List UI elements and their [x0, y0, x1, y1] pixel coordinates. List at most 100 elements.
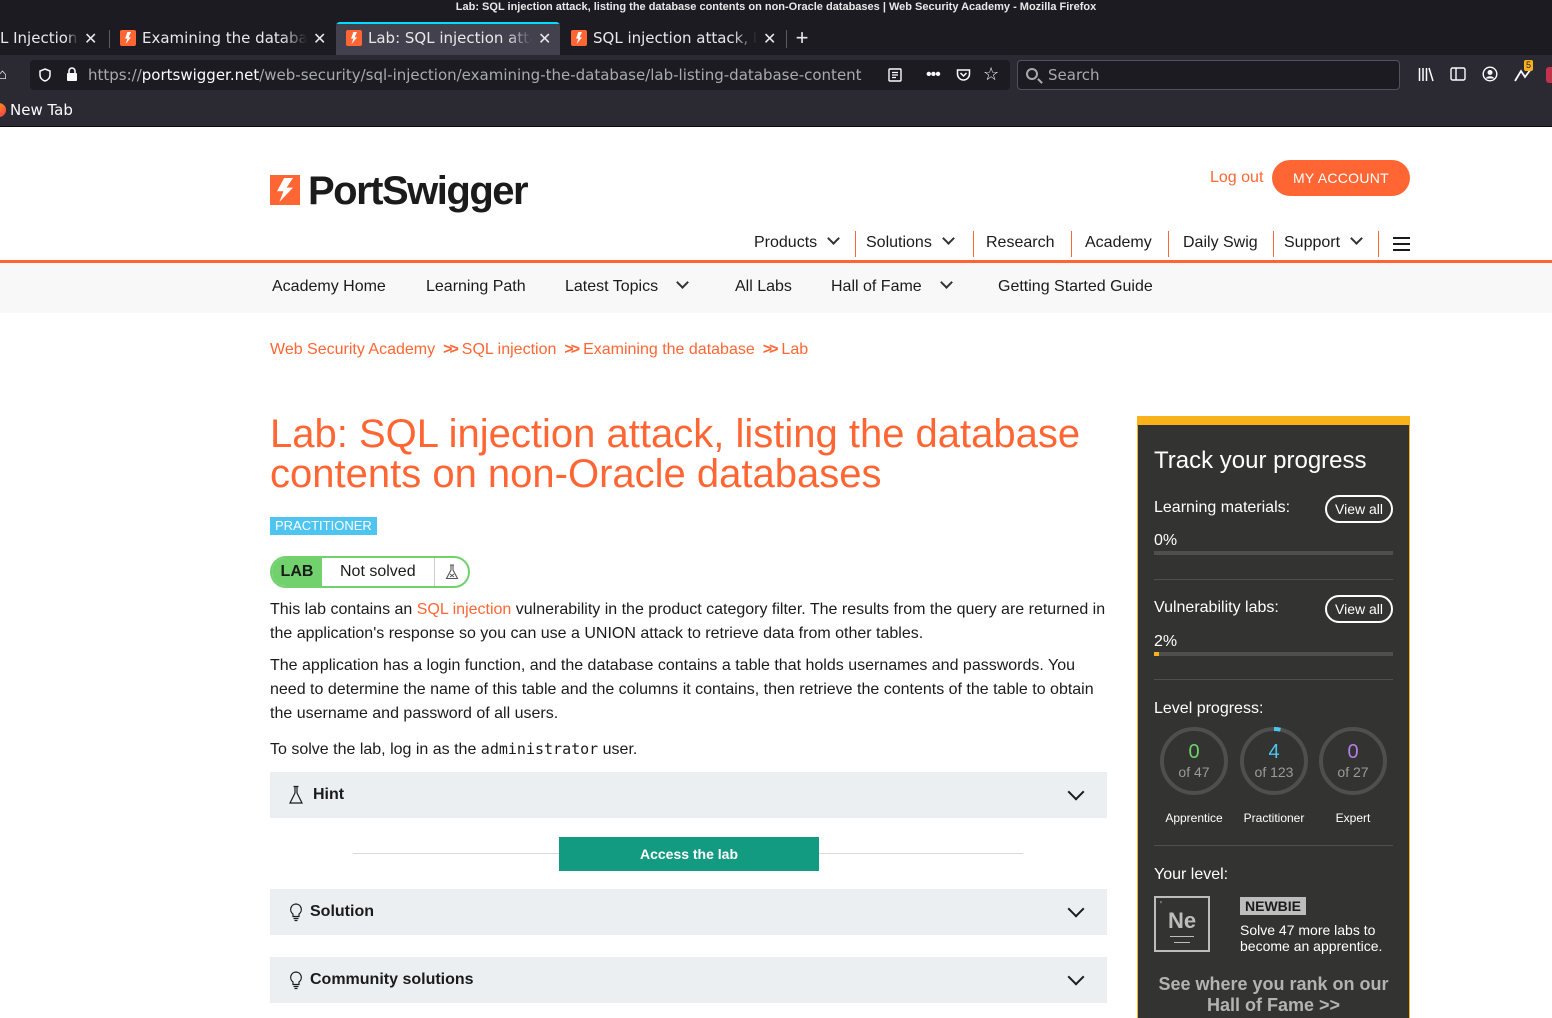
- lock-icon[interactable]: [66, 67, 78, 82]
- close-tab-icon[interactable]: ✕: [84, 22, 98, 55]
- bookmark-star-icon[interactable]: ☆: [983, 59, 999, 89]
- menu-edge-icon[interactable]: [1546, 67, 1552, 83]
- account-icon[interactable]: [1482, 66, 1498, 82]
- logout-link[interactable]: Log out: [1210, 169, 1263, 187]
- expert-count: 0: [1347, 741, 1359, 763]
- lab-tag: LAB: [272, 558, 322, 586]
- pocket-icon[interactable]: [956, 68, 971, 82]
- nav-daily-swig[interactable]: Daily Swig: [1183, 234, 1258, 252]
- p3-text-before: To solve the lab, log in as the: [270, 741, 481, 758]
- shield-icon[interactable]: [39, 68, 51, 82]
- nav-support[interactable]: Support: [1284, 232, 1363, 252]
- page: PortSwigger Log out MY ACCOUNT Products …: [0, 127, 1552, 1018]
- hint-accordion[interactable]: Hint: [270, 772, 1107, 818]
- apprentice-label: Apprentice: [1165, 811, 1223, 825]
- access-lab-button[interactable]: Access the lab: [559, 837, 819, 871]
- breadcrumb-lab[interactable]: Lab: [781, 341, 808, 358]
- panel-divider: [1154, 845, 1393, 846]
- double-chevron-right-icon: >>: [762, 341, 779, 358]
- sql-injection-link[interactable]: SQL injection: [417, 601, 512, 618]
- double-chevron-right-icon: >>: [564, 341, 580, 358]
- url-bar[interactable]: https://portswigger.net/web-security/sql…: [30, 60, 1010, 90]
- tab-sql-injection-attack[interactable]: SQL injection attack, lis ✕: [561, 22, 785, 55]
- url-text[interactable]: https://portswigger.net/web-security/sql…: [88, 60, 878, 90]
- my-account-button[interactable]: MY ACCOUNT: [1272, 160, 1410, 196]
- portswigger-favicon-icon: [346, 30, 362, 46]
- view-all-labs-button[interactable]: View all: [1325, 595, 1393, 623]
- tab-strip: L Injection? ✕ Examining the database ✕ …: [0, 22, 1552, 55]
- breadcrumb-sql-injection[interactable]: SQL injection: [462, 341, 557, 358]
- close-tab-icon[interactable]: ✕: [763, 22, 777, 55]
- nav-academy[interactable]: Academy: [1085, 234, 1152, 252]
- breadcrumb-web-security-academy[interactable]: Web Security Academy: [270, 341, 435, 358]
- url-host: portswigger.net: [141, 66, 260, 84]
- vulnerability-percent: 2%: [1154, 633, 1178, 650]
- home-icon[interactable]: ⌂: [0, 60, 7, 90]
- nav-label: Research: [986, 234, 1055, 251]
- solution-label: Solution: [310, 903, 374, 920]
- administrator-code: administrator: [480, 740, 599, 758]
- search-input[interactable]: Search: [1017, 60, 1400, 90]
- subnav-hall-of-fame[interactable]: Hall of Fame: [831, 276, 953, 296]
- community-solutions-accordion[interactable]: Community solutions: [270, 957, 1107, 1003]
- view-all-learning-button[interactable]: View all: [1325, 495, 1393, 523]
- nav-products[interactable]: Products: [754, 232, 841, 252]
- tab-examining-database[interactable]: Examining the database ✕: [110, 22, 335, 55]
- learning-materials-label: Learning materials:: [1154, 499, 1291, 516]
- expert-total: of 27: [1337, 764, 1369, 780]
- practitioner-total: of 123: [1254, 764, 1294, 780]
- nav-divider: [973, 231, 974, 257]
- level-underline: [1170, 936, 1194, 937]
- new-tab-button[interactable]: +: [790, 22, 814, 55]
- reader-view-icon[interactable]: [888, 68, 902, 82]
- bookmark-new-tab[interactable]: New Tab: [0, 95, 73, 125]
- subnav-getting-started[interactable]: Getting Started Guide: [998, 278, 1153, 296]
- progress-title: Track your progress: [1154, 447, 1367, 474]
- subnav-learning-path[interactable]: Learning Path: [426, 278, 526, 296]
- level-element-icon: ' Ne: [1154, 896, 1210, 952]
- subnav-label: Latest Topics: [565, 278, 659, 295]
- expert-gauge: 0 of 27: [1318, 726, 1388, 796]
- nav-label: Support: [1284, 234, 1341, 251]
- extension-button[interactable]: 5: [1513, 60, 1534, 85]
- hamburger-menu-icon[interactable]: [1393, 237, 1410, 251]
- tab-sql-injection[interactable]: L Injection? ✕: [0, 22, 106, 55]
- vulnerability-labs-label: Vulnerability labs:: [1154, 599, 1279, 616]
- your-level-label: Your level:: [1154, 866, 1229, 883]
- tab-lab-active[interactable]: Lab: SQL injection attack ✕: [336, 22, 560, 55]
- url-scheme: https://: [88, 66, 142, 84]
- level-message: Solve 47 more labs to become an apprenti…: [1240, 922, 1383, 954]
- nav-divider: [1378, 231, 1379, 257]
- solution-accordion[interactable]: Solution: [270, 889, 1107, 935]
- apprentice-total: of 47: [1178, 764, 1210, 780]
- level-underline: [1174, 942, 1190, 943]
- window-title: Lab: SQL injection attack, listing the d…: [0, 0, 1552, 22]
- chevron-down-icon: [941, 232, 955, 245]
- page-actions-icon[interactable]: •••: [926, 60, 941, 90]
- close-tab-icon[interactable]: ✕: [538, 22, 552, 55]
- close-tab-icon[interactable]: ✕: [313, 22, 327, 55]
- library-icon[interactable]: [1418, 67, 1434, 82]
- hall-of-fame-link[interactable]: See where you rank on our Hall of Fame >…: [1154, 974, 1393, 1016]
- breadcrumb: Web Security Academy >> SQL injection >> Exa…: [270, 341, 808, 359]
- sidebar-icon[interactable]: [1450, 67, 1466, 81]
- nav-research[interactable]: Research: [986, 234, 1054, 252]
- firefox-icon: [0, 103, 6, 117]
- panel-divider: [1154, 679, 1393, 680]
- navigation-toolbar: ⌂ https://portswigger.net/web-security/s…: [0, 55, 1552, 95]
- level-badge: PRACTITIONER: [270, 517, 377, 535]
- lightbulb-icon: [290, 903, 302, 922]
- nav-solutions[interactable]: Solutions: [866, 232, 955, 252]
- subnav-academy-home[interactable]: Academy Home: [272, 278, 386, 296]
- subnav-all-labs[interactable]: All Labs: [735, 278, 792, 296]
- lab-flask-icon-container: [434, 558, 468, 586]
- breadcrumb-examining-database[interactable]: Examining the database: [583, 341, 755, 358]
- hall-of-fame-text: See where you rank on our Hall of Fame: [1158, 974, 1389, 1015]
- double-chevron-right-icon: >>: [1319, 995, 1341, 1015]
- apprentice-gauge: 0 of 47: [1159, 726, 1229, 796]
- portswigger-favicon-icon: [120, 30, 136, 46]
- main-nav: Products Solutions Research Academy Dail…: [0, 227, 1410, 261]
- subnav-latest-topics[interactable]: Latest Topics: [565, 276, 689, 296]
- practitioner-label: Practitioner: [1243, 811, 1305, 825]
- level-name-badge: NEWBIE: [1240, 897, 1306, 915]
